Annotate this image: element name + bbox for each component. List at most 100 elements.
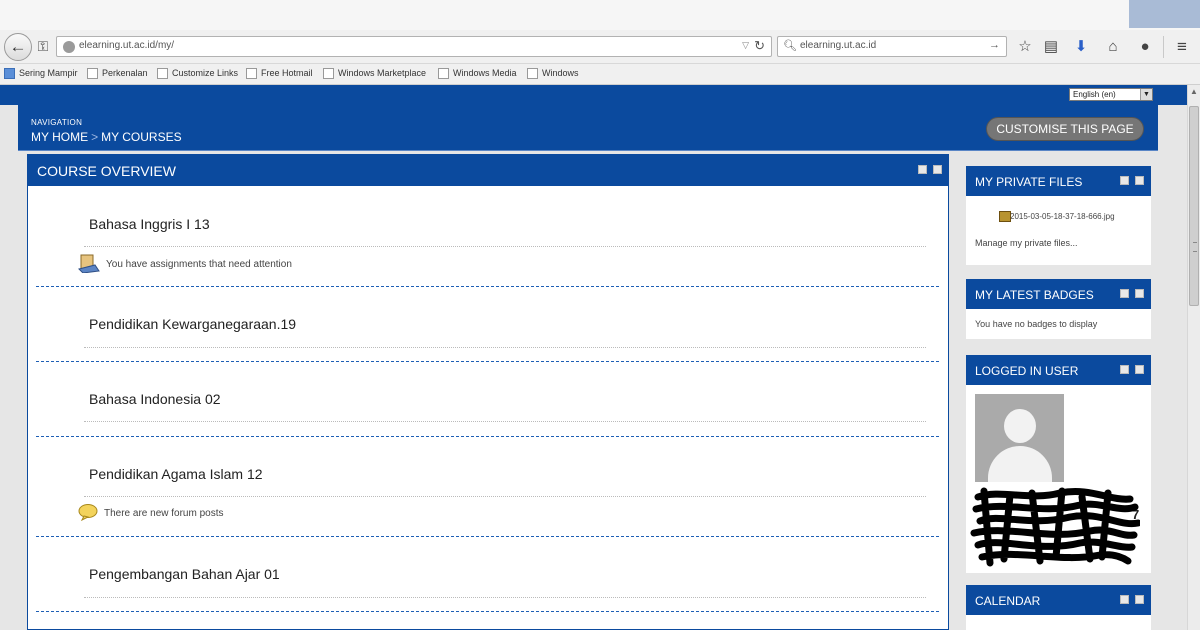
page-header: NAVIGATION MY HOME > MY COURSES CUSTOMISE … [18,105,1158,151]
toolbar-separator [1163,36,1164,58]
block-header: CALENDAR [966,585,1151,615]
course-link[interactable]: Bahasa Indonesia 02 [89,391,221,407]
minimize-icon[interactable] [1120,289,1129,298]
scroll-thumb[interactable] [1189,106,1199,306]
back-icon: ← [9,37,27,56]
breadcrumb: MY HOME > MY COURSES [31,130,182,144]
course-link[interactable]: Bahasa Inggris I 13 [89,216,210,232]
bookmark-icon [87,68,98,80]
bookmark-label: Free Hotmail [261,68,313,78]
block-content: 2015-03-05-18-37-18-666.jpg Manage my pr… [966,196,1151,258]
bookmark-item[interactable]: Windows Media [438,68,517,80]
block-title: MY LATEST BADGES [975,288,1094,302]
bookmark-label: Sering Mampir [19,68,78,78]
divider [84,496,926,497]
avatar[interactable] [975,394,1064,482]
assignment-icon [78,253,100,276]
course-link[interactable]: Pendidikan Agama Islam 12 [89,466,263,482]
top-bar: English (en) ▼ [0,85,1187,105]
page-scrollbar[interactable]: ▲ [1187,85,1200,630]
minimize-icon[interactable] [918,165,927,174]
bookmark-item[interactable]: Sering Mampir [4,68,78,80]
dock-icon[interactable] [1135,289,1144,298]
bookmark-item[interactable]: Free Hotmail [246,68,313,80]
reload-icon[interactable]: ↻ [754,38,765,54]
window-titlebar [0,0,1200,30]
bookmark-item[interactable]: Customize Links [157,68,239,80]
bookmark-icon [246,68,257,80]
dock-icon[interactable] [933,165,942,174]
divider [84,421,926,422]
minimize-icon[interactable] [1120,176,1129,185]
chevron-down-icon: ▼ [1140,89,1152,100]
bookmark-item[interactable]: Windows [527,68,579,80]
menu-icon[interactable]: ≡ [1172,37,1192,57]
course-separator [36,436,939,437]
course-note: There are new forum posts [78,503,224,524]
badges-block: MY LATEST BADGES You have no badges to d… [966,279,1151,339]
avatar-head [1004,409,1036,443]
dock-icon[interactable] [1135,176,1144,185]
divider [84,597,926,598]
private-files-block: MY PRIVATE FILES 2015-03-05-18-37-18-666… [966,166,1151,265]
course-separator [36,286,939,287]
url-dropdown-icon[interactable]: ▽ [742,40,749,51]
breadcrumb-my-home[interactable]: MY HOME [31,130,88,144]
breadcrumb-separator: > [91,130,99,144]
bookmark-icon [157,68,168,80]
course-note-text[interactable]: There are new forum posts [104,508,224,519]
language-select[interactable]: English (en) ▼ [1069,88,1153,101]
star-icon[interactable]: ☆ [1015,37,1035,57]
dock-icon[interactable] [1135,365,1144,374]
forum-icon [78,503,98,524]
block-header: COURSE OVERVIEW [28,155,948,186]
key-icon[interactable]: ⚿ [34,37,52,55]
browser-toolbar: ← ⚿ elearning.ut.ac.id/my/ ▽ ↻ 🔍︎ elearn… [0,30,1200,64]
course-link[interactable]: Pengembangan Bahan Ajar 01 [89,566,280,582]
language-value: English (en) [1073,90,1116,99]
chat-icon[interactable]: ● [1135,37,1155,57]
home-icon[interactable]: ⌂ [1103,37,1123,57]
block-title: COURSE OVERVIEW [37,163,176,179]
block-header: MY PRIVATE FILES [966,166,1151,196]
url-bar[interactable]: elearning.ut.ac.id/my/ ▽ ↻ [56,36,772,57]
search-bar[interactable]: 🔍︎ elearning.ut.ac.id → [777,36,1007,57]
calendar-block: CALENDAR [966,585,1151,630]
block-header: MY LATEST BADGES [966,279,1151,309]
dock-icon[interactable] [1135,595,1144,604]
scroll-up-icon[interactable]: ▲ [1190,87,1198,96]
search-input[interactable]: elearning.ut.ac.id [800,40,876,51]
bookmark-label: Windows Marketplace [338,68,427,78]
clipboard-icon[interactable]: ▤ [1041,37,1061,57]
search-go-icon[interactable]: → [989,39,1000,51]
bookmark-icon [4,68,15,80]
bookmark-label: Customize Links [172,68,239,78]
manage-files-link[interactable]: Manage my private files... [975,238,1142,248]
bookmark-label: Windows Media [453,68,517,78]
navigation-label: NAVIGATION [31,118,83,127]
badges-empty-text: You have no badges to display [975,319,1098,329]
file-item[interactable]: 2015-03-05-18-37-18-666.jpg [975,211,1142,222]
course-note: You have assignments that need attention [78,253,292,276]
download-icon[interactable]: ⬇ [1071,37,1091,57]
bookmark-item[interactable]: Windows Marketplace [323,68,427,80]
scroll-grip [1193,242,1197,252]
minimize-icon[interactable] [1120,595,1129,604]
minimize-icon[interactable] [1120,365,1129,374]
divider [84,246,926,247]
window-corner [1129,0,1200,28]
block-title: LOGGED IN USER [975,364,1079,378]
course-note-text[interactable]: You have assignments that need attention [106,259,292,270]
avatar-body [988,446,1052,482]
block-title: CALENDAR [975,594,1041,608]
url-text: elearning.ut.ac.id/my/ [79,40,175,51]
breadcrumb-my-courses[interactable]: MY COURSES [101,130,181,144]
web-page: English (en) ▼ NAVIGATION MY HOME > MY COU… [0,85,1200,630]
bookmark-label: Perkenalan [102,68,148,78]
search-icon: 🔍︎ [783,40,797,52]
customise-page-button[interactable]: CUSTOMISE THIS PAGE [986,117,1144,141]
course-link[interactable]: Pendidikan Kewarganegaraan.19 [89,316,296,332]
back-button[interactable]: ← [4,33,32,61]
redacted-username [970,487,1140,567]
bookmark-item[interactable]: Perkenalan [87,68,148,80]
